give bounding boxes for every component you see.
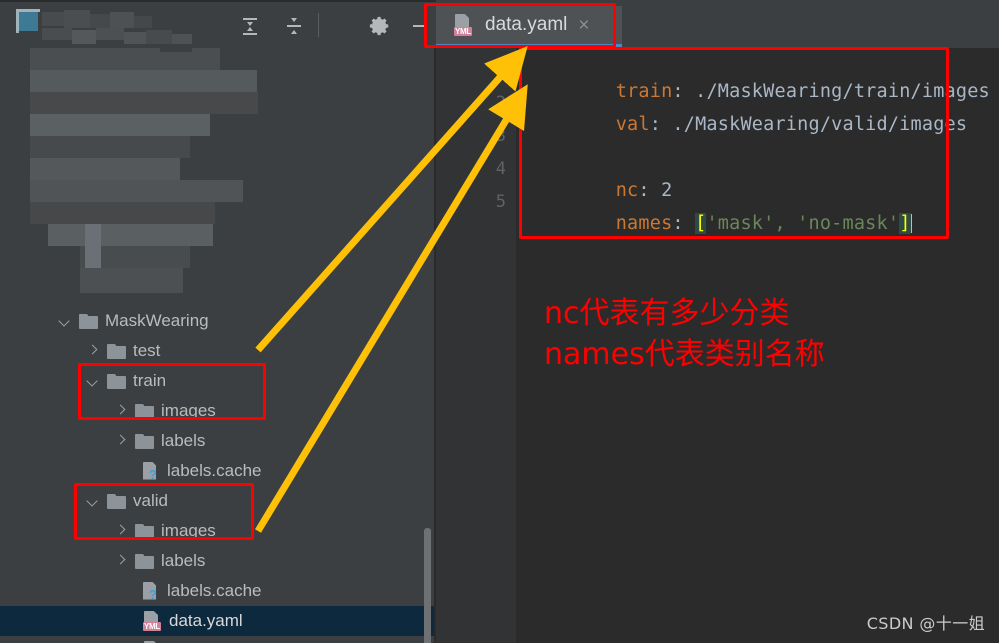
line-number: 3: [495, 126, 506, 146]
open-bracket: [: [695, 213, 707, 234]
tree-item-label: data.yaml: [169, 611, 243, 630]
yml-badge-label: YML: [143, 622, 161, 631]
folder-icon: [135, 523, 154, 539]
yaml-file-icon: YML: [454, 14, 476, 36]
tree-item-readme-dataset[interactable]: YML README.dataset.txt: [0, 636, 435, 643]
expand-all-icon[interactable]: [238, 14, 262, 38]
folder-icon: [107, 493, 126, 509]
yaml-key: names: [615, 213, 673, 234]
settings-gear-icon[interactable]: [368, 14, 392, 38]
tree-item-train[interactable]: train: [0, 366, 435, 396]
chevron-down-icon[interactable]: [86, 494, 100, 508]
editor-gutter: 1 2 3 4 5: [436, 48, 516, 643]
yaml-colon: :: [649, 114, 673, 135]
unknown-file-icon: ?: [143, 462, 160, 482]
tree-item-valid-labels[interactable]: labels: [0, 546, 435, 576]
csdn-watermark: CSDN @十一姐: [866, 614, 985, 633]
tree-item-maskwearing[interactable]: MaskWearing: [0, 306, 435, 336]
folder-icon: [107, 343, 126, 359]
line-number: 2: [495, 93, 506, 113]
yaml-file-icon: YML: [143, 611, 162, 631]
close-bracket: ]: [899, 213, 911, 234]
tree-item-valid-images[interactable]: images: [0, 516, 435, 546]
chevron-right-icon[interactable]: [114, 524, 128, 538]
tree-item-label: labels: [161, 431, 206, 450]
project-tree-panel[interactable]: MaskWearing test train images labels ? l…: [0, 48, 435, 643]
ide-screenshot: MaskWearing test train images labels ? l…: [0, 0, 999, 643]
line-number: 1: [495, 60, 506, 80]
editor-tabbar: YML data.yaml ×: [436, 0, 999, 48]
tree-item-valid[interactable]: valid: [0, 486, 435, 516]
chevron-right-icon[interactable]: [114, 554, 128, 568]
chevron-right-icon[interactable]: [114, 404, 128, 418]
collapse-all-icon[interactable]: [282, 14, 306, 38]
yaml-list-items: 'mask', 'no-mask': [706, 213, 900, 234]
unknown-file-icon: ?: [143, 582, 160, 602]
tree-item-train-labels-cache[interactable]: ? labels.cache: [0, 456, 435, 486]
tree-item-label: images: [161, 521, 216, 540]
yaml-value: ./MaskWearing/valid/images: [672, 114, 968, 135]
tree-item-label: images: [161, 401, 216, 420]
editor-pane: YML data.yaml × 1 2 3 4 5 train: ./MaskW…: [436, 0, 999, 643]
folder-icon: [135, 433, 154, 449]
folder-icon: [135, 553, 154, 569]
line-number: 4: [495, 159, 506, 179]
tree-item-data-yaml[interactable]: YML data.yaml: [0, 606, 435, 636]
chevron-right-icon[interactable]: [114, 434, 128, 448]
folder-icon: [79, 313, 98, 329]
chevron-right-icon[interactable]: [86, 344, 100, 358]
tree-item-label: test: [133, 341, 161, 360]
line-number: 5: [495, 192, 506, 212]
tree-item-label: valid: [133, 491, 168, 510]
censored-toolbar-region: [8, 6, 238, 50]
annotation-note-line-2: names代表类别名称: [544, 337, 825, 372]
tree-item-train-labels[interactable]: labels: [0, 426, 435, 456]
tree-item-test[interactable]: test: [0, 336, 435, 366]
tree-item-label: train: [133, 371, 167, 390]
tab-title: data.yaml: [485, 14, 568, 35]
code-line-5[interactable]: names: ['mask', 'no-mask']: [525, 192, 913, 255]
close-icon[interactable]: ×: [578, 16, 589, 35]
yaml-colon: :: [672, 213, 696, 234]
sidebar-scrollbar-thumb[interactable]: [424, 528, 431, 643]
chevron-down-icon[interactable]: [86, 374, 100, 388]
chevron-down-icon[interactable]: [58, 314, 72, 328]
tab-data-yaml[interactable]: YML data.yaml ×: [436, 6, 622, 44]
censored-tree-region: [30, 48, 300, 293]
minimize-window-icon[interactable]: [408, 14, 432, 38]
folder-icon: [135, 403, 154, 419]
folder-icon: [107, 373, 126, 389]
tree-item-label: labels.cache: [167, 461, 262, 480]
tree-item-label: labels: [161, 551, 206, 570]
yaml-key: val: [615, 114, 650, 135]
tree-item-label: labels.cache: [167, 581, 262, 600]
text-caret: [910, 214, 913, 233]
toolbar-divider: [318, 13, 319, 37]
yml-badge-label: YML: [454, 27, 472, 36]
tree-item-valid-labels-cache[interactable]: ? labels.cache: [0, 576, 435, 606]
annotation-note-line-1: nc代表有多少分类: [544, 296, 790, 331]
tree-item-train-images[interactable]: images: [0, 396, 435, 426]
tree-item-label: MaskWearing: [105, 311, 209, 330]
